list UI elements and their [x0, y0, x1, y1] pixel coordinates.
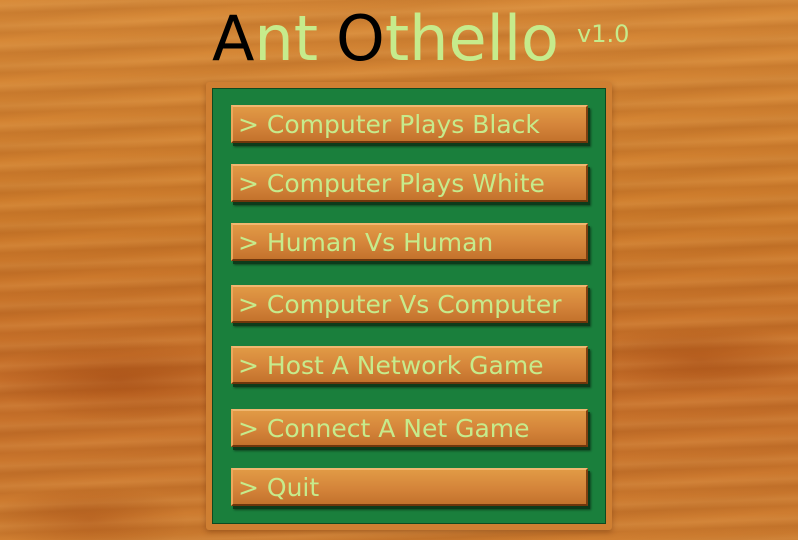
game-title: Ant Othello v1.0 [212, 3, 629, 83]
version-label: v1.0 [576, 20, 630, 48]
quit-label: > Quit [238, 472, 320, 502]
computer-plays-black-label: > Computer Plays Black [238, 109, 540, 139]
human-vs-human-button[interactable]: > Human Vs Human [231, 223, 588, 261]
title-cap-o: O [336, 2, 385, 75]
title-word-ant: Ant [212, 3, 318, 75]
title-rest-ant: nt [254, 2, 319, 75]
computer-vs-computer-label: > Computer Vs Computer [238, 289, 562, 319]
connect-net-game-button[interactable]: > Connect A Net Game [231, 409, 588, 447]
computer-plays-white-label: > Computer Plays White [238, 168, 545, 198]
host-network-game-label: > Host A Network Game [238, 350, 544, 380]
app-root: { "title": { "letter1": "A", "rest1": "n… [0, 0, 798, 540]
computer-plays-black-button[interactable]: > Computer Plays Black [231, 105, 588, 143]
title-cap-a: A [212, 2, 255, 75]
computer-vs-computer-button[interactable]: > Computer Vs Computer [231, 285, 588, 323]
title-rest-othello: thello [384, 2, 559, 75]
computer-plays-white-button[interactable]: > Computer Plays White [231, 164, 588, 202]
title-word-othello: Othello [336, 3, 559, 75]
host-network-game-button[interactable]: > Host A Network Game [231, 346, 588, 384]
connect-net-game-label: > Connect A Net Game [238, 413, 530, 443]
quit-button[interactable]: > Quit [231, 468, 588, 506]
human-vs-human-label: > Human Vs Human [238, 227, 494, 257]
